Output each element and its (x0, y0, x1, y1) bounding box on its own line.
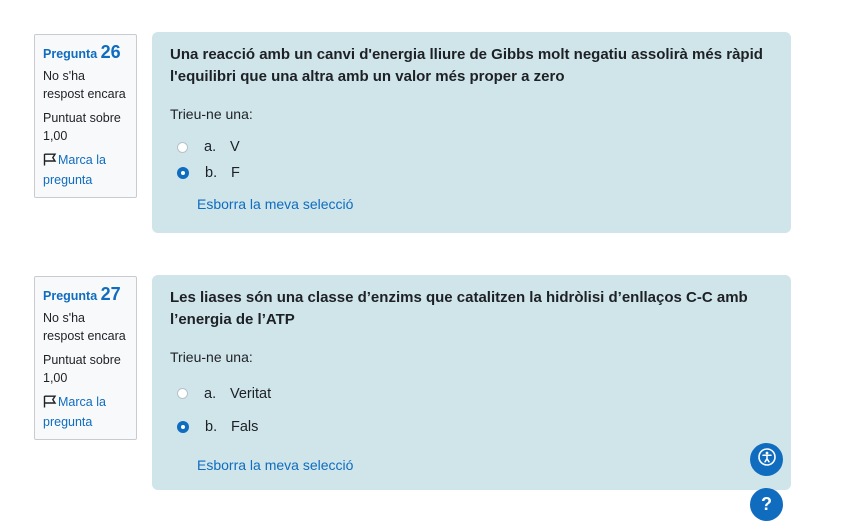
question-number: 26 (100, 42, 121, 62)
question-text: Les liases són una classe d’enzims que c… (170, 289, 748, 328)
option-letter: b. (205, 418, 218, 435)
question-grade: Puntuat sobre 1,00 (43, 353, 121, 385)
answer-options: a. Veritat b. Fals (170, 377, 773, 443)
question-state: No s'ha respost encara (43, 69, 126, 101)
help-button[interactable]: ? (750, 488, 783, 521)
radio-checked[interactable] (177, 420, 189, 433)
question-info-26: Pregunta 26 No s'ha respost encara Puntu… (34, 34, 137, 198)
option-text: Fals (231, 418, 259, 435)
answer-prompt: Trieu-ne una: (170, 349, 253, 365)
question-number-row: Pregunta 27 (43, 285, 128, 305)
answer-options: a. V b. F (170, 134, 773, 186)
option-text: F (231, 165, 240, 181)
help-icon: ? (761, 494, 772, 514)
option-text: Veritat (230, 385, 272, 402)
question-content-27: Les liases són una classe d’enzims que c… (152, 275, 791, 490)
flag-icon (43, 153, 57, 171)
question-grade: Puntuat sobre 1,00 (43, 111, 121, 143)
accessibility-button[interactable] (750, 443, 783, 476)
radio-checked[interactable] (177, 167, 189, 179)
accessibility-icon (757, 448, 776, 471)
option-letter: a. (204, 139, 217, 155)
answer-prompt: Trieu-ne una: (170, 106, 253, 122)
question-label: Pregunta (43, 47, 98, 61)
flag-icon (43, 395, 57, 413)
question-content-26: Una reacció amb un canvi d'energia lliur… (152, 32, 791, 233)
flag-question-link[interactable]: Marca la pregunta (43, 151, 128, 189)
option-a[interactable]: a. Veritat (170, 377, 773, 410)
option-letter: a. (204, 385, 217, 402)
question-text: Una reacció amb un canvi d'energia lliur… (170, 46, 763, 85)
clear-selection-link[interactable]: Esborra la meva selecció (197, 457, 353, 473)
radio-unchecked[interactable] (177, 141, 188, 153)
question-number: 27 (100, 284, 121, 304)
question-label: Pregunta (43, 289, 98, 303)
clear-selection-link[interactable]: Esborra la meva selecció (197, 196, 353, 212)
option-b[interactable]: b. Fals (170, 410, 773, 443)
option-a[interactable]: a. V (170, 134, 773, 160)
option-b[interactable]: b. F (170, 160, 773, 186)
option-text: V (230, 139, 240, 155)
radio-unchecked[interactable] (177, 388, 188, 399)
flag-question-link[interactable]: Marca la pregunta (43, 393, 128, 431)
question-state: No s'ha respost encara (43, 311, 126, 343)
question-info-27: Pregunta 27 No s'ha respost encara Puntu… (34, 276, 137, 440)
question-number-row: Pregunta 26 (43, 43, 128, 63)
option-letter: b. (205, 165, 218, 181)
